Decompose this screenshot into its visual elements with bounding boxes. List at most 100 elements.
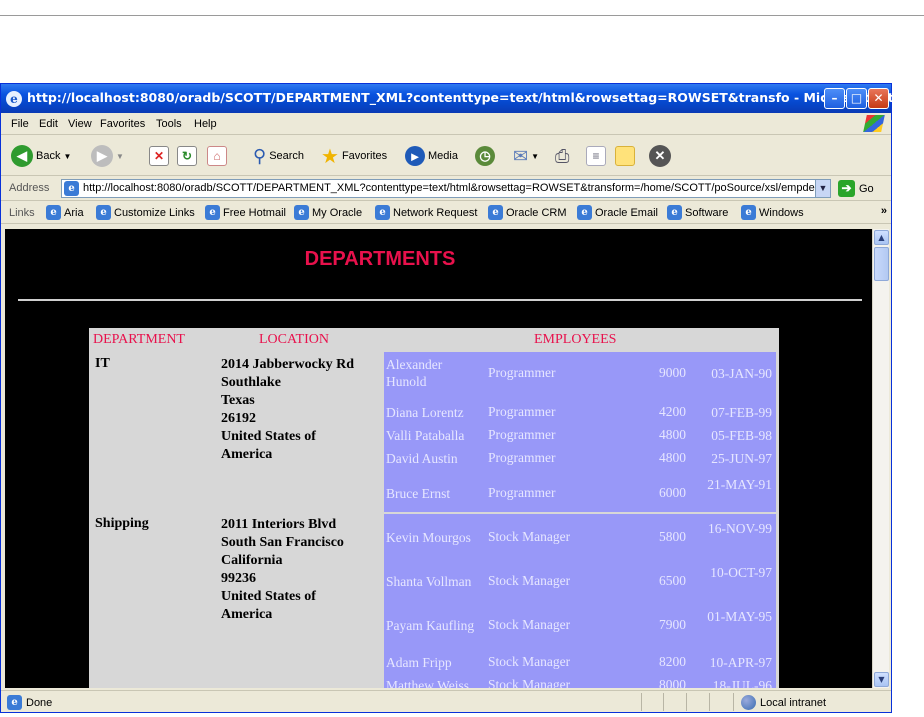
location-line: America xyxy=(221,607,273,622)
scroll-down-icon[interactable]: ▼ xyxy=(874,672,889,687)
mail-button[interactable]: ✉ ▼ xyxy=(513,143,539,169)
messenger-button[interactable]: ✕ xyxy=(649,143,671,169)
employee-hire-date: 03-JAN-90 xyxy=(711,366,772,381)
location-line: South San Francisco xyxy=(221,535,344,550)
employee-hire-date: 10-OCT-97 xyxy=(710,565,772,580)
menu-favorites[interactable]: Favorites xyxy=(100,118,145,130)
status-divider xyxy=(686,693,687,711)
employee-salary: 4800 xyxy=(659,450,686,465)
search-button[interactable]: ⚲ Search xyxy=(253,143,304,169)
menu-edit[interactable]: Edit xyxy=(39,118,58,130)
history-button[interactable]: ◷ xyxy=(475,143,495,169)
location-line: California xyxy=(221,553,283,568)
status-done: e Done xyxy=(7,695,52,710)
forward-button[interactable]: ▶ ▼ xyxy=(91,143,124,169)
link-customize-links[interactable]: e Customize Links xyxy=(96,205,195,220)
employees-list: Kevin Mourgos Stock Manager 5800 16-NOV-… xyxy=(384,514,776,688)
employee-hire-date: 07-FEB-99 xyxy=(711,405,772,420)
employee-name: Bruce Ernst xyxy=(386,486,451,501)
employee-name: Diana Lorentz xyxy=(386,405,464,420)
link-free-hotmail[interactable]: e Free Hotmail xyxy=(205,205,286,220)
back-button[interactable]: ◀ Back ▼ xyxy=(11,143,71,169)
employee-hire-date: 25-JUN-97 xyxy=(711,451,772,466)
employee-job: Programmer xyxy=(488,427,556,442)
edit-button[interactable]: ≡ xyxy=(586,143,606,169)
links-overflow-icon[interactable]: » xyxy=(881,205,887,217)
link-software[interactable]: e Software xyxy=(667,205,728,220)
title-bar[interactable]: e http://localhost:8080/oradb/SCOTT/DEPA… xyxy=(1,84,921,113)
employee-salary: 7900 xyxy=(659,617,686,632)
column-header-employees: EMPLOYEES xyxy=(534,332,617,347)
employee-name: Valli Pataballa xyxy=(386,428,465,443)
link-page-icon: e xyxy=(205,205,220,220)
maximize-button[interactable]: □ xyxy=(846,88,867,109)
mail-icon: ✉ xyxy=(513,145,529,166)
search-icon: ⚲ xyxy=(253,145,267,166)
menu-file[interactable]: File xyxy=(11,118,29,130)
employee-hire-date: 21-MAY-91 xyxy=(707,477,772,492)
employees-list: Alexander Hunold Programmer 9000 03-JAN-… xyxy=(384,352,776,512)
favorites-label: Favorites xyxy=(341,150,388,162)
link-oracle-crm[interactable]: e Oracle CRM xyxy=(488,205,567,220)
address-bar: Address e http://localhost:8080/oradb/SC… xyxy=(1,177,891,201)
refresh-button[interactable]: ↻ xyxy=(177,143,197,169)
link-page-icon: e xyxy=(577,205,592,220)
employee-name: David Austin xyxy=(386,451,458,466)
menu-view[interactable]: View xyxy=(68,118,92,130)
media-label: Media xyxy=(428,150,458,162)
employee-salary: 4800 xyxy=(659,427,686,442)
employee-salary: 4200 xyxy=(659,404,686,419)
employee-job: Programmer xyxy=(488,404,556,419)
history-icon: ◷ xyxy=(475,146,495,166)
star-icon: ★ xyxy=(321,145,339,168)
status-divider xyxy=(709,693,710,711)
departments-table: DEPARTMENT LOCATION EMPLOYEES IT 2014 Ja… xyxy=(89,328,779,688)
print-button[interactable]: ⎙ xyxy=(555,143,569,169)
employee-job: Stock Manager xyxy=(488,677,571,688)
link-label: Aria xyxy=(64,206,84,219)
windows-flag-icon xyxy=(863,115,885,132)
link-my-oracle[interactable]: e My Oracle xyxy=(294,205,362,220)
scroll-thumb[interactable] xyxy=(874,247,889,281)
links-label: Links xyxy=(9,207,35,219)
vertical-scrollbar[interactable]: ▲ ▼ xyxy=(872,229,889,688)
link-label: Software xyxy=(685,206,729,219)
link-page-icon: e xyxy=(96,205,111,220)
link-aria[interactable]: e Aria xyxy=(46,205,84,220)
address-input[interactable]: e http://localhost:8080/oradb/SCOTT/DEPA… xyxy=(61,179,831,198)
employee-hire-date: 01-MAY-95 xyxy=(707,609,772,624)
discuss-button[interactable] xyxy=(615,143,635,169)
stop-button[interactable]: ✕ xyxy=(149,143,169,169)
address-dropdown-icon[interactable]: ▼ xyxy=(815,180,830,197)
browser-window: e http://localhost:8080/oradb/SCOTT/DEPA… xyxy=(0,83,921,713)
standard-toolbar: ◀ Back ▼ ▶ ▼ ✕ ↻ ⌂ ⚲ Search ★ Favorites … xyxy=(1,136,891,176)
back-label: Back xyxy=(36,150,61,162)
link-network-request[interactable]: e Network Request xyxy=(375,205,477,220)
link-page-icon: e xyxy=(667,205,682,220)
media-icon: ► xyxy=(405,146,425,166)
links-bar: Links e Aria e Customize Links e Free Hotma… xyxy=(1,202,891,224)
status-divider xyxy=(641,693,642,711)
link-oracle-email[interactable]: e Oracle Email xyxy=(577,205,658,220)
chevron-down-icon: ▼ xyxy=(63,151,72,161)
menu-tools[interactable]: Tools xyxy=(156,118,182,130)
media-button[interactable]: ► Media xyxy=(405,143,458,169)
link-windows[interactable]: e Windows xyxy=(741,205,804,220)
employee-job: Stock Manager xyxy=(488,529,571,544)
status-text: Done xyxy=(26,696,53,709)
stop-icon: ✕ xyxy=(149,146,169,166)
close-button[interactable]: ✕ xyxy=(868,88,889,109)
scroll-up-icon[interactable]: ▲ xyxy=(874,230,889,245)
menu-help[interactable]: Help xyxy=(194,118,217,130)
minimize-button[interactable]: – xyxy=(824,88,845,109)
location-line: United States of xyxy=(221,589,316,604)
menu-bar: File Edit View Favorites Tools Help xyxy=(1,113,891,135)
go-button[interactable]: ➔ Go xyxy=(838,180,874,197)
favorites-button[interactable]: ★ Favorites xyxy=(321,143,387,169)
page-content: DEPARTMENTS DEPARTMENT LOCATION EMPLOYEE… xyxy=(5,229,872,688)
home-button[interactable]: ⌂ xyxy=(207,143,227,169)
employee-name: Matthew Weiss xyxy=(386,678,470,688)
employee-name: Payam Kaufling xyxy=(386,618,475,633)
ie-logo-icon: e xyxy=(6,91,22,107)
search-label: Search xyxy=(269,150,305,162)
